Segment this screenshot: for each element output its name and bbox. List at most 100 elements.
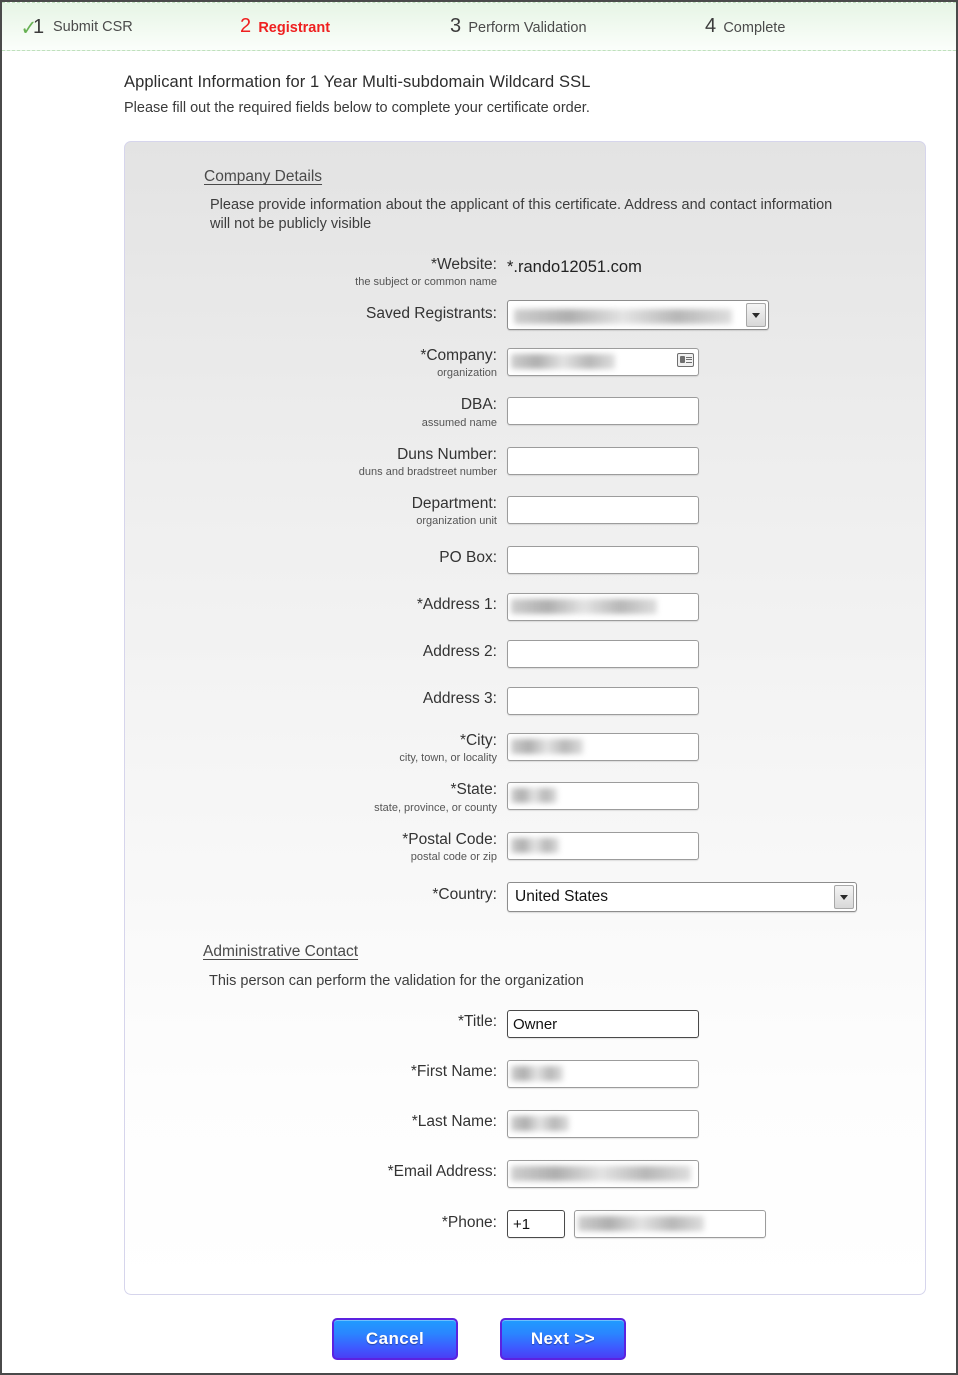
step-number: 2 bbox=[240, 15, 252, 37]
field-labels: PO Box: bbox=[125, 546, 507, 566]
field-control bbox=[507, 446, 925, 475]
field-labels: *Website: the subject or common name bbox=[125, 255, 507, 289]
field-label: *Phone: bbox=[441, 1214, 497, 1232]
step-label: Submit CSR bbox=[53, 18, 133, 35]
country-value: United States bbox=[515, 887, 609, 905]
phone-country-code-input[interactable] bbox=[507, 1210, 565, 1239]
field-label: Duns Number: bbox=[397, 445, 497, 463]
chevron-down-icon[interactable] bbox=[834, 884, 854, 909]
field-control: *.rando12051.com bbox=[507, 257, 925, 277]
field-label: *Address 1: bbox=[416, 596, 497, 614]
phone-number-input[interactable] bbox=[574, 1210, 766, 1239]
state-input-wrap bbox=[507, 782, 699, 811]
step-label: Registrant bbox=[258, 20, 331, 36]
field-row-last-name: *Last Name: bbox=[125, 1110, 925, 1139]
intro-block: Applicant Information for 1 Year Multi-s… bbox=[2, 51, 956, 116]
address2-input[interactable] bbox=[507, 640, 699, 669]
field-labels: *Company: organization bbox=[125, 347, 507, 380]
field-sublabel: city, town, or locality bbox=[399, 752, 497, 765]
field-label: *State: bbox=[450, 781, 497, 799]
field-row-saved-registrants: Saved Registrants: bbox=[125, 300, 925, 331]
field-sublabel: duns and bradstreet number bbox=[358, 465, 497, 478]
field-row-state: *State: state, province, or county bbox=[125, 781, 925, 814]
field-label: *Website: bbox=[430, 255, 497, 273]
step-submit-csr[interactable]: ✓ 1 Submit CSR bbox=[20, 16, 240, 39]
administrative-contact-description: This person can perform the validation f… bbox=[209, 972, 584, 989]
field-row-title: *Title: bbox=[125, 1010, 925, 1039]
field-label: *Country: bbox=[432, 885, 497, 903]
field-row-address2: Address 2: bbox=[125, 640, 925, 669]
field-label: *Company: bbox=[420, 347, 497, 365]
field-label: *First Name: bbox=[410, 1063, 497, 1081]
progress-steps: ✓ 1 Submit CSR 2 Registrant 3 Perform Va… bbox=[2, 2, 956, 51]
applicant-form-panel: Company Details Please provide informati… bbox=[124, 141, 926, 1295]
field-control bbox=[507, 1210, 925, 1239]
field-row-website: *Website: the subject or common name *.r… bbox=[125, 255, 925, 289]
field-sublabel: organization bbox=[437, 367, 497, 380]
step-label: Perform Validation bbox=[468, 20, 587, 36]
field-control bbox=[507, 348, 925, 377]
redacted-value bbox=[514, 309, 732, 325]
country-select[interactable]: United States bbox=[507, 881, 857, 912]
last-name-input[interactable] bbox=[507, 1110, 699, 1139]
first-name-input[interactable] bbox=[507, 1060, 699, 1089]
website-value: *.rando12051.com bbox=[507, 257, 642, 276]
field-row-address3: Address 3: bbox=[125, 687, 925, 716]
field-sublabel: the subject or common name bbox=[355, 276, 497, 289]
field-label: Address 2: bbox=[422, 643, 497, 661]
field-control bbox=[507, 300, 925, 331]
company-details-heading: Company Details bbox=[204, 168, 323, 185]
po-box-input[interactable] bbox=[507, 546, 699, 575]
cancel-button[interactable]: Cancel bbox=[332, 1318, 458, 1360]
postal-input-wrap bbox=[507, 831, 699, 860]
field-row-postal-code: *Postal Code: postal code or zip bbox=[125, 831, 925, 863]
step-registrant[interactable]: 2 Registrant bbox=[240, 15, 450, 38]
field-control: United States bbox=[507, 881, 925, 912]
address-card-icon[interactable] bbox=[677, 353, 694, 368]
field-control bbox=[507, 546, 925, 575]
company-input-wrap bbox=[507, 348, 699, 377]
field-control bbox=[507, 1110, 925, 1139]
last-name-input-wrap bbox=[507, 1110, 699, 1139]
city-input-wrap bbox=[507, 733, 699, 762]
field-control bbox=[507, 593, 925, 622]
field-control bbox=[507, 831, 925, 860]
field-control bbox=[507, 397, 925, 426]
field-row-first-name: *First Name: bbox=[125, 1060, 925, 1089]
title-input[interactable] bbox=[507, 1010, 699, 1039]
page-subtitle: Please fill out the required fields belo… bbox=[124, 100, 590, 116]
field-row-company: *Company: organization bbox=[125, 347, 925, 380]
dba-input[interactable] bbox=[507, 397, 699, 426]
page-frame: ✓ 1 Submit CSR 2 Registrant 3 Perform Va… bbox=[0, 0, 958, 1375]
page-title: Applicant Information for 1 Year Multi-s… bbox=[124, 73, 591, 91]
step-label: Complete bbox=[723, 20, 786, 36]
next-button[interactable]: Next >> bbox=[500, 1318, 626, 1360]
field-labels: DBA: assumed name bbox=[125, 397, 507, 429]
chevron-down-icon[interactable] bbox=[746, 303, 766, 328]
field-sublabel: state, province, or county bbox=[374, 801, 497, 814]
duns-input[interactable] bbox=[507, 446, 699, 475]
address1-input[interactable] bbox=[507, 593, 699, 622]
field-row-city: *City: city, town, or locality bbox=[125, 732, 925, 765]
step-complete[interactable]: 4 Complete bbox=[705, 15, 885, 38]
field-control bbox=[507, 687, 925, 716]
email-input[interactable] bbox=[507, 1160, 699, 1189]
step-perform-validation[interactable]: 3 Perform Validation bbox=[450, 15, 705, 38]
field-labels: *Country: bbox=[125, 882, 507, 903]
saved-registrants-select[interactable] bbox=[507, 300, 769, 331]
field-label: Department: bbox=[411, 494, 497, 512]
department-input[interactable] bbox=[507, 495, 699, 524]
company-input[interactable] bbox=[507, 348, 699, 377]
state-input[interactable] bbox=[507, 782, 699, 811]
field-labels: *First Name: bbox=[125, 1060, 507, 1081]
city-input[interactable] bbox=[507, 733, 699, 762]
address3-input[interactable] bbox=[507, 687, 699, 716]
field-label: *City: bbox=[459, 732, 497, 750]
field-row-po-box: PO Box: bbox=[125, 546, 925, 575]
field-control bbox=[507, 640, 925, 669]
field-control bbox=[507, 1010, 925, 1039]
step-number: 4 bbox=[705, 15, 717, 37]
field-label: Address 3: bbox=[422, 690, 497, 708]
field-control bbox=[507, 733, 925, 762]
postal-code-input[interactable] bbox=[507, 831, 699, 860]
